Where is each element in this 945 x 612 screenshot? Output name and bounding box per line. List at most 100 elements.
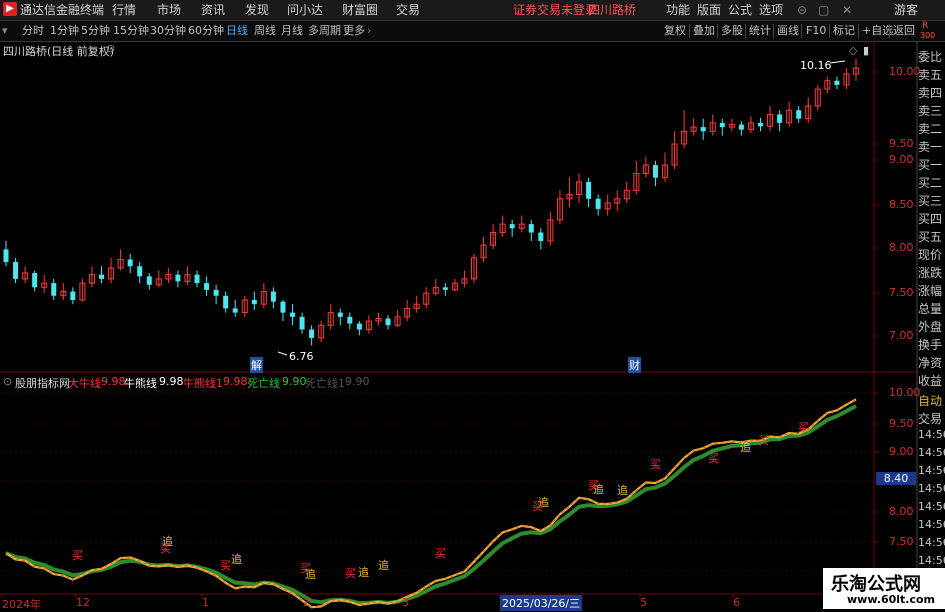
btn-stats[interactable]: 统计 xyxy=(749,21,771,41)
buy-signal: 买 xyxy=(220,559,231,572)
line2-name: 牛熊线 xyxy=(124,377,157,390)
candle-body xyxy=(213,289,219,296)
panel-item: 卖一 xyxy=(918,140,943,154)
tab-5min[interactable]: 5分钟 xyxy=(81,21,110,41)
x-label: 1 xyxy=(202,596,209,609)
btn-f10[interactable]: F10 xyxy=(806,21,826,41)
btn-overlay[interactable]: 叠加 xyxy=(693,21,715,41)
tab-30min[interactable]: 30分钟 xyxy=(150,21,186,41)
diamond-icon[interactable]: ◇ xyxy=(849,44,857,57)
chart-area[interactable]: 买买追买追买追买追追买买追买追追买买追买买 四川路桥(日线 前复权) ⊙ 10.… xyxy=(0,41,945,611)
btn-adjust[interactable]: 复权 xyxy=(664,21,686,41)
candle-body xyxy=(99,274,105,279)
x-label: 3 xyxy=(402,596,409,609)
login-notice[interactable]: 证券交易未登录 xyxy=(513,0,597,20)
low-price-label: 6.76 xyxy=(289,350,314,363)
menu-function[interactable]: 功能 xyxy=(666,0,690,20)
high-price-label: 10.16 xyxy=(800,59,832,72)
close-window-icon[interactable]: ✕ xyxy=(842,0,852,20)
candle-body xyxy=(719,122,725,128)
candle-body xyxy=(175,274,181,282)
tab-daily[interactable]: 日线 xyxy=(226,21,248,41)
line1-name: 大牛线 xyxy=(68,377,101,390)
finance-marker[interactable]: 财 xyxy=(628,357,641,373)
chase-signal: 追 xyxy=(358,565,369,579)
candle-body xyxy=(194,274,200,284)
menu-options[interactable]: 选项 xyxy=(759,0,783,20)
menu-wealth[interactable]: 财富圈 xyxy=(342,0,378,20)
line2-value: 9.98 xyxy=(159,375,184,388)
candle-body xyxy=(777,114,783,123)
x-label: 2024年 xyxy=(2,598,41,611)
panel-item: 买五 xyxy=(918,230,943,244)
menu-news[interactable]: 资讯 xyxy=(201,0,225,20)
tab-60min[interactable]: 60分钟 xyxy=(188,21,224,41)
kline-svg[interactable]: 买买追买 追买追买追追买买追买追 追买 买追买买 xyxy=(0,41,945,609)
line1-value: 9.98 xyxy=(101,375,126,388)
y-tick: 8.50 xyxy=(889,198,914,211)
menu-layout[interactable]: 版面 xyxy=(697,0,721,20)
y-tick: 10.00 xyxy=(889,65,921,78)
menu-assistant[interactable]: 问小达 xyxy=(287,0,323,20)
stock-name: 四川路桥 xyxy=(588,3,637,17)
more-chevron-icon[interactable]: › xyxy=(367,21,371,41)
indicator-settings-icon[interactable]: ⊙ xyxy=(3,375,12,388)
menu-market[interactable]: 行情 xyxy=(112,0,136,20)
line3-value: 9.98 xyxy=(223,375,248,388)
tab-weekly[interactable]: 周线 xyxy=(254,21,276,41)
panel-item: 卖五 xyxy=(918,68,943,82)
auto-toggle[interactable]: 自动 xyxy=(918,392,945,409)
tab-multi-period[interactable]: 多周期 xyxy=(308,21,341,41)
menu-discover[interactable]: 发现 xyxy=(245,0,269,20)
line3-name: 牛熊线1 xyxy=(183,377,223,390)
x-label: 2 xyxy=(303,596,310,609)
tab-timeshare[interactable]: 分时 xyxy=(22,21,44,41)
user-guest[interactable]: 游客 xyxy=(894,0,918,20)
time-label: 14:56 xyxy=(918,536,945,549)
candle-body xyxy=(232,308,238,313)
chart-settings-icon[interactable]: ⊙ xyxy=(106,42,115,55)
menu-markets[interactable]: 市场 xyxy=(157,0,181,20)
btn-back[interactable]: 返回 xyxy=(893,21,915,41)
panel-item: 外盘 xyxy=(918,320,943,334)
buy-signal: 买 xyxy=(435,547,446,560)
unlock-marker[interactable]: 解 xyxy=(250,357,263,373)
btn-draw[interactable]: 画线 xyxy=(777,21,799,41)
watermark-url: www.60lt.com xyxy=(847,593,936,606)
y-tick: 7.50 xyxy=(889,286,914,299)
menu-formula[interactable]: 公式 xyxy=(728,0,752,20)
trade-toggle[interactable]: 交易 xyxy=(918,410,945,427)
low-arrow xyxy=(277,351,288,356)
panel-item: 买二 xyxy=(918,176,943,190)
tab-15min[interactable]: 15分钟 xyxy=(113,21,149,41)
candle-body xyxy=(337,312,343,317)
buy-signal: 买 xyxy=(345,567,356,580)
candle-body xyxy=(280,301,286,313)
time-label: 14:56 xyxy=(918,446,945,459)
candle-body xyxy=(652,165,658,178)
candle-body xyxy=(586,181,592,199)
high-arrow xyxy=(829,60,846,64)
tab-monthly[interactable]: 月线 xyxy=(281,21,303,41)
toolbar-toggle-icon[interactable]: ▾ xyxy=(2,21,8,41)
tab-more[interactable]: 更多 xyxy=(343,21,365,41)
candle-body xyxy=(757,122,763,127)
period-toolbar: ▾ 分时 1分钟 5分钟 15分钟 30分钟 60分钟 日线 周线 月线 多周期… xyxy=(0,21,945,42)
minimize-icon[interactable]: ⊝ xyxy=(797,0,807,20)
restore-icon[interactable]: ▢ xyxy=(818,0,829,20)
panel-item: 涨跌 xyxy=(918,266,943,280)
candle-body xyxy=(700,127,706,132)
chase-signal: 追 xyxy=(740,440,751,454)
tab-1min[interactable]: 1分钟 xyxy=(50,21,79,41)
y-tick: 9.00 xyxy=(889,153,914,166)
ind-y-tick: 9.50 xyxy=(889,417,914,430)
btn-mark[interactable]: 标记 xyxy=(833,21,855,41)
panel-item: 净资 xyxy=(918,356,943,370)
candle-body xyxy=(347,316,353,324)
title-bar: ▶ 通达信金融终端 行情 市场 资讯 发现 问小达 财富圈 交易 证券交易未登录… xyxy=(0,0,945,21)
line5-name: 死亡线1 xyxy=(305,377,345,390)
candle-icon[interactable]: ▮ xyxy=(863,44,869,57)
candle-body xyxy=(146,276,152,285)
menu-trade[interactable]: 交易 xyxy=(396,0,420,20)
btn-multi-stock[interactable]: 多股 xyxy=(721,21,743,41)
